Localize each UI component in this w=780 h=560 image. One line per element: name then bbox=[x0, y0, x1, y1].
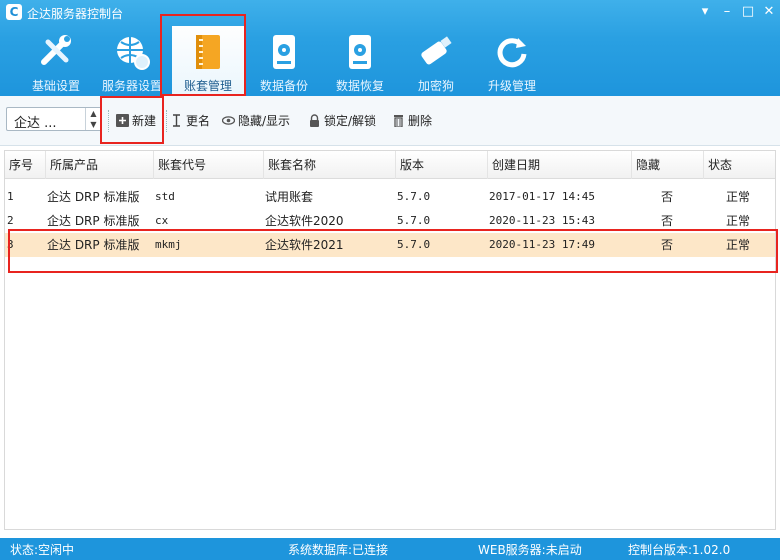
cell-version: 5.7.0 bbox=[397, 190, 431, 203]
text-cursor-icon bbox=[173, 114, 180, 127]
table-header: 序号 所属产品 账套代号 账套名称 版本 创建日期 隐藏 状态 bbox=[5, 151, 775, 179]
wrench-screwdriver-icon bbox=[41, 35, 71, 65]
status-database: 系统数据库:已连接 bbox=[288, 543, 389, 557]
cell-index: 1 bbox=[7, 190, 14, 203]
toolbar-divider bbox=[166, 110, 167, 132]
minimize-button[interactable]: – bbox=[718, 3, 736, 21]
menu-icon[interactable]: ▾ bbox=[696, 3, 714, 21]
column-header[interactable]: 所属产品 bbox=[45, 151, 153, 179]
annotation-highlight-tab bbox=[160, 14, 246, 96]
app-logo-icon: C bbox=[6, 4, 22, 20]
status-bar: 状态:空闲中 系统数据库:已连接 WEB服务器:未启动 控制台版本:1.02.0 bbox=[0, 538, 780, 560]
tab-label: 数据恢复 bbox=[335, 79, 384, 93]
tab-server-settings[interactable]: 服务器设置 bbox=[96, 26, 168, 96]
rename-button[interactable]: 更名 bbox=[170, 112, 210, 130]
tab-upgrade[interactable]: 升级管理 bbox=[476, 26, 548, 96]
cell-name: 试用账套 bbox=[265, 190, 314, 204]
column-header[interactable]: 序号 bbox=[5, 151, 45, 179]
disk-backup-icon bbox=[273, 35, 295, 69]
maximize-button[interactable]: □ bbox=[739, 3, 757, 21]
table-row[interactable]: 1 企达 DRP 标准版 std 试用账套 5.7.0 2017-01-17 1… bbox=[5, 185, 775, 209]
tab-basic-settings[interactable]: 基础设置 bbox=[20, 26, 92, 96]
column-header[interactable]: 隐藏 bbox=[631, 151, 703, 179]
hide-show-button[interactable]: 隐藏/显示 bbox=[222, 112, 290, 130]
spinner-arrows-icon[interactable]: ▲ ▼ bbox=[85, 108, 101, 130]
lock-icon bbox=[310, 114, 319, 127]
tab-dongle[interactable]: 加密狗 bbox=[400, 26, 472, 96]
tab-data-restore[interactable]: 数据恢复 bbox=[324, 26, 396, 96]
title-bar: C 企达服务器控制台 ▾ – □ ✕ bbox=[0, 0, 780, 24]
tab-label: 加密狗 bbox=[417, 79, 454, 93]
accounts-table: 序号 所属产品 账套代号 账套名称 版本 创建日期 隐藏 状态 1 企达 DRP… bbox=[4, 150, 776, 530]
status-web-server: WEB服务器:未启动 bbox=[478, 543, 582, 557]
annotation-highlight-new bbox=[100, 96, 164, 144]
rename-button-label: 更名 bbox=[186, 114, 211, 128]
lock-unlock-button[interactable]: 锁定/解锁 bbox=[308, 112, 376, 130]
tab-label: 升级管理 bbox=[487, 79, 536, 93]
tab-data-backup[interactable]: 数据备份 bbox=[248, 26, 320, 96]
close-button[interactable]: ✕ bbox=[760, 3, 778, 21]
cell-created: 2017-01-17 14:45 bbox=[489, 190, 595, 203]
trash-icon bbox=[394, 115, 403, 127]
hide-show-button-label: 隐藏/显示 bbox=[238, 114, 291, 128]
tab-label: 数据备份 bbox=[259, 79, 308, 93]
column-header[interactable]: 状态 bbox=[703, 151, 775, 179]
status-state: 状态:空闲中 bbox=[10, 543, 75, 557]
window-title: 企达服务器控制台 bbox=[27, 7, 124, 21]
eye-icon bbox=[222, 116, 235, 125]
refresh-icon bbox=[497, 38, 527, 68]
annotation-highlight-row bbox=[8, 229, 778, 273]
column-header[interactable]: 版本 bbox=[395, 151, 487, 179]
usb-dongle-icon bbox=[421, 36, 452, 65]
cell-hidden: 否 bbox=[661, 190, 674, 204]
disk-restore-icon bbox=[349, 35, 371, 69]
tab-label: 服务器设置 bbox=[101, 79, 162, 93]
column-header[interactable]: 账套代号 bbox=[153, 151, 263, 179]
cell-product: 企达 DRP 标准版 bbox=[47, 190, 140, 204]
cell-code: std bbox=[155, 190, 175, 203]
delete-button-label: 删除 bbox=[408, 114, 433, 128]
column-header[interactable]: 账套名称 bbox=[263, 151, 395, 179]
delete-button[interactable]: 删除 bbox=[392, 112, 432, 130]
globe-gear-icon bbox=[117, 37, 150, 70]
tab-label: 基础设置 bbox=[31, 79, 80, 93]
lock-unlock-button-label: 锁定/解锁 bbox=[324, 114, 377, 128]
status-console-version: 控制台版本:1.02.0 bbox=[628, 543, 731, 557]
column-header[interactable]: 创建日期 bbox=[487, 151, 631, 179]
product-select-value: 企达 ... bbox=[14, 116, 57, 131]
cell-status: 正常 bbox=[726, 190, 751, 204]
product-select[interactable]: 企达 ... ▲ ▼ bbox=[6, 107, 102, 131]
